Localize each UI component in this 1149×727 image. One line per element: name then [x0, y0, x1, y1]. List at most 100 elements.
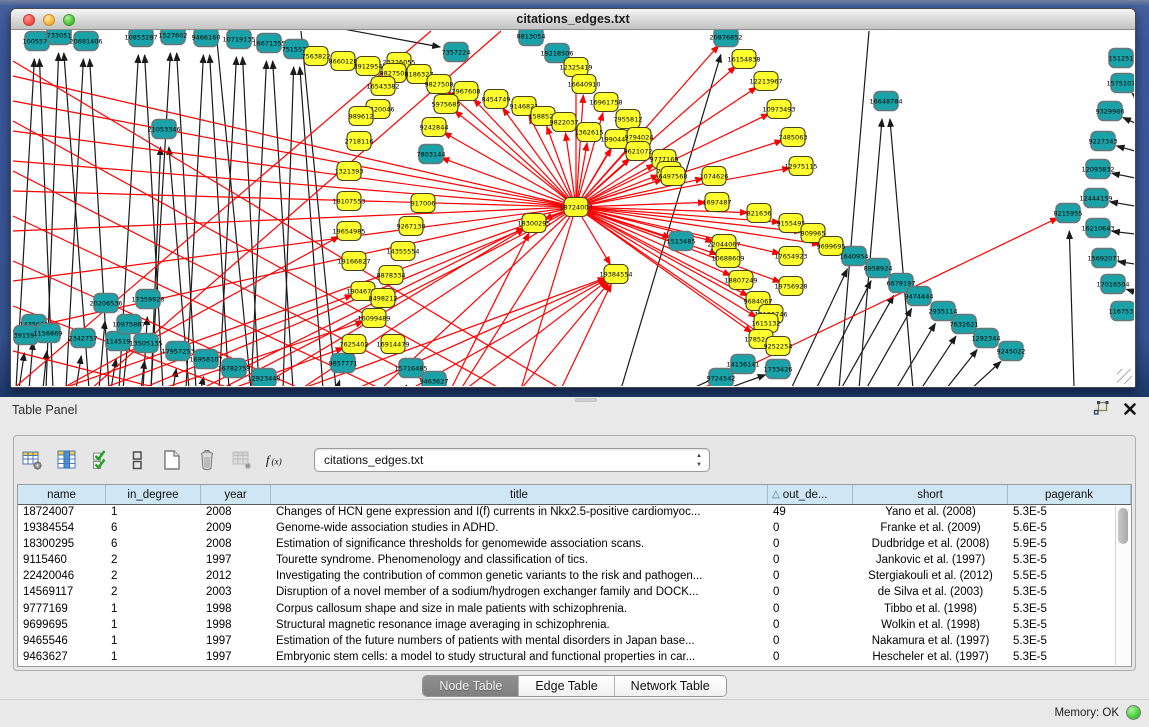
column-header-out_de[interactable]: △out_de...: [768, 485, 853, 504]
network-node[interactable]: 12213967: [749, 72, 782, 91]
tab-node-table[interactable]: Node Table: [423, 676, 519, 696]
network-node[interactable]: 7563822: [302, 47, 331, 66]
network-node[interactable]: 10973493: [762, 100, 795, 119]
network-node[interactable]: 19384554: [599, 265, 632, 284]
network-edge[interactable]: [337, 380, 340, 386]
network-node[interactable]: 821636: [747, 204, 772, 223]
memory-status-indicator[interactable]: [1126, 705, 1141, 720]
network-node[interactable]: 917006: [411, 194, 436, 213]
delete-icon[interactable]: [195, 448, 219, 472]
window-resize-grip[interactable]: [1117, 369, 1132, 384]
network-node[interactable]: 17016504: [1096, 275, 1129, 294]
network-edge[interactable]: [111, 359, 116, 386]
table-row[interactable]: 946362711997Embryonic stem cells: a mode…: [18, 650, 1131, 666]
table-selector-dropdown[interactable]: citations_edges.txt ▲▼: [314, 448, 710, 472]
network-node[interactable]: 16914479: [376, 335, 409, 354]
network-edge[interactable]: [173, 369, 176, 386]
network-node[interactable]: 18300295: [517, 214, 550, 233]
network-node[interactable]: 18807249: [724, 271, 757, 290]
network-edge[interactable]: [1123, 118, 1134, 123]
network-node[interactable]: 12325419: [559, 58, 592, 77]
column-header-in_degree[interactable]: in_degree: [106, 485, 201, 504]
network-node[interactable]: 18724007: [559, 198, 592, 217]
float-window-icon[interactable]: [1093, 401, 1109, 421]
network-edge[interactable]: [1112, 231, 1134, 234]
network-edge[interactable]: [29, 342, 33, 386]
select-all-icon[interactable]: [90, 448, 114, 472]
network-node[interactable]: 8215955: [1054, 204, 1083, 223]
network-window-titlebar[interactable]: citations_edges.txt: [11, 9, 1135, 30]
network-edge[interactable]: [441, 158, 576, 207]
column-visibility-icon[interactable]: [55, 448, 79, 472]
network-node[interactable]: 10975887: [112, 315, 145, 334]
delete-table-icon[interactable]: [230, 448, 254, 472]
network-node[interactable]: 1156869: [34, 324, 63, 343]
network-node[interactable]: 8878334: [377, 266, 406, 285]
network-node[interactable]: 12923448: [247, 369, 280, 387]
network-edge[interactable]: [839, 31, 869, 386]
network-node[interactable]: 16782759: [217, 359, 250, 378]
network-node[interactable]: 1292344: [972, 329, 1001, 348]
network-node[interactable]: 19654985: [332, 222, 365, 241]
column-header-title[interactable]: title: [271, 485, 768, 504]
table-row[interactable]: 911546021997Tourette syndrome. Phenomeno…: [18, 553, 1131, 569]
network-node[interactable]: 16648784: [869, 92, 902, 111]
network-node[interactable]: 15692071: [1087, 249, 1120, 268]
network-edge[interactable]: [405, 385, 407, 386]
table-row[interactable]: 2242004622012Investigating the contribut…: [18, 569, 1131, 585]
table-scrollbar[interactable]: [1115, 506, 1130, 665]
network-node[interactable]: 5975685: [432, 95, 461, 114]
column-header-pagerank[interactable]: pagerank: [1008, 485, 1131, 504]
column-header-name[interactable]: name: [18, 485, 106, 504]
table-row[interactable]: 946554611997Estimation of the future num…: [18, 634, 1131, 650]
tab-edge-table[interactable]: Edge Table: [519, 676, 614, 696]
network-node[interactable]: 1733426: [764, 360, 793, 379]
network-node[interactable]: 10719135: [222, 30, 255, 49]
network-edge[interactable]: [971, 361, 1001, 386]
table-row[interactable]: 977716911998Corpus callosum shape and si…: [18, 602, 1131, 618]
network-node[interactable]: 16210643: [1081, 219, 1114, 238]
network-node[interactable]: 9474444: [905, 287, 934, 306]
network-node[interactable]: 18107553: [332, 192, 365, 211]
network-node[interactable]: 7803144: [417, 145, 446, 164]
network-node[interactable]: 9252254: [764, 337, 793, 356]
network-edge[interactable]: [946, 350, 977, 386]
network-node[interactable]: 12975115: [784, 157, 817, 176]
network-node[interactable]: 16543382: [366, 77, 399, 96]
network-node[interactable]: 8454749: [482, 90, 511, 109]
unselect-all-icon[interactable]: [125, 448, 149, 472]
network-edge[interactable]: [283, 67, 294, 386]
network-edge[interactable]: [1132, 93, 1134, 96]
network-node[interactable]: 8958924: [864, 259, 893, 278]
network-node[interactable]: 9245022: [997, 342, 1026, 361]
network-edge[interactable]: [1112, 173, 1134, 178]
table-row[interactable]: 969969511998Structural magnetic resonanc…: [18, 618, 1131, 634]
network-edge[interactable]: [210, 55, 229, 386]
column-header-year[interactable]: year: [201, 485, 271, 504]
network-node[interactable]: 8813054: [517, 30, 546, 46]
network-node[interactable]: 9242844: [420, 118, 449, 137]
column-header-short[interactable]: short: [853, 485, 1008, 504]
network-node[interactable]: 7485063: [779, 128, 808, 147]
network-node[interactable]: 1513485: [667, 232, 696, 251]
network-edge[interactable]: [99, 321, 105, 386]
network-node[interactable]: 6497568: [659, 167, 688, 186]
network-node[interactable]: 1321393: [335, 162, 364, 181]
tab-network-table[interactable]: Network Table: [615, 676, 726, 696]
network-node[interactable]: 16099489: [357, 309, 390, 328]
network-node[interactable]: 9329966: [1096, 102, 1125, 121]
network-edge[interactable]: [311, 30, 440, 47]
network-node[interactable]: 16640910: [567, 75, 600, 94]
network-node[interactable]: 15751074: [1106, 74, 1134, 93]
network-node[interactable]: 16961758: [589, 93, 622, 112]
network-edge[interactable]: [921, 336, 956, 386]
network-edge[interactable]: [221, 207, 576, 386]
network-node[interactable]: 114519: [106, 332, 131, 351]
network-node[interactable]: 2342757: [69, 329, 98, 348]
network-node[interactable]: 14355554: [386, 242, 419, 261]
network-edge[interactable]: [576, 95, 583, 207]
network-edge[interactable]: [1069, 231, 1074, 386]
network-node[interactable]: 14136141: [726, 355, 759, 374]
network-node[interactable]: 9621072: [624, 142, 653, 161]
table-row[interactable]: 1456911722003Disruption of a novel membe…: [18, 585, 1131, 601]
